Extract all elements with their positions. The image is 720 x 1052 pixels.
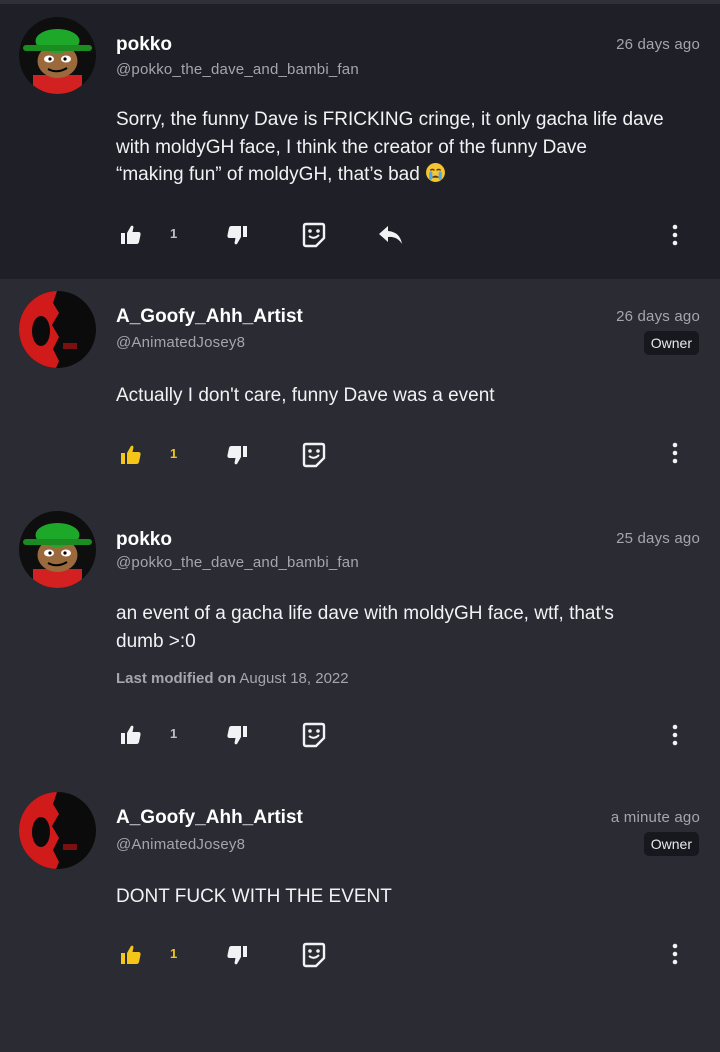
like-count: 1	[170, 946, 178, 961]
like-count: 1	[170, 726, 178, 741]
emoji-react-icon[interactable]	[302, 442, 326, 468]
comment: A_Goofy_Ahh_Artist @AnimatedJosey8 a min…	[0, 779, 720, 1052]
crying-face-icon	[426, 163, 446, 182]
comment: pokko @pokko_the_dave_and_bambi_fan 26 d…	[0, 4, 720, 279]
thumbs-down-icon[interactable]	[226, 724, 248, 746]
timestamp: a minute ago	[610, 809, 700, 826]
thumbs-down-icon[interactable]	[226, 224, 248, 246]
comment: pokko @pokko_the_dave_and_bambi_fan 25 d…	[0, 499, 720, 779]
timestamp: 26 days ago	[616, 308, 700, 325]
username[interactable]: A_Goofy_Ahh_Artist	[116, 807, 303, 829]
more-vertical-icon[interactable]	[670, 442, 680, 464]
avatar[interactable]	[19, 511, 96, 588]
owner-badge: Owner	[643, 832, 699, 856]
like-count: 1	[170, 446, 178, 461]
thumbs-up-icon[interactable]	[120, 944, 142, 966]
user-handle[interactable]: @pokko_the_dave_and_bambi_fan	[116, 554, 359, 571]
thumbs-down-icon[interactable]	[226, 444, 248, 466]
emoji-react-icon[interactable]	[302, 222, 326, 248]
last-modified-label: Last modified on	[116, 670, 236, 687]
username[interactable]: A_Goofy_Ahh_Artist	[116, 306, 303, 328]
reply-icon[interactable]	[378, 224, 404, 246]
emoji-react-icon[interactable]	[302, 722, 326, 748]
thumbs-down-icon[interactable]	[226, 944, 248, 966]
owner-badge: Owner	[643, 331, 699, 355]
comment-text: Sorry, the funny Dave is FRICKING cringe…	[116, 106, 706, 189]
user-handle[interactable]: @AnimatedJosey8	[116, 836, 245, 853]
timestamp: 26 days ago	[616, 36, 700, 53]
comment-text-content: Sorry, the funny Dave is FRICKING cringe…	[116, 109, 664, 185]
avatar[interactable]	[19, 792, 96, 869]
user-handle[interactable]: @pokko_the_dave_and_bambi_fan	[116, 61, 359, 78]
thumbs-up-icon[interactable]	[120, 724, 142, 746]
comment-text: Actually I don't care, funny Dave was a …	[116, 385, 495, 406]
thumbs-up-icon[interactable]	[120, 444, 142, 466]
like-count: 1	[170, 226, 178, 241]
comment-text: an event of a gacha life dave with moldy…	[116, 603, 614, 652]
username[interactable]: pokko	[116, 34, 172, 56]
avatar[interactable]	[19, 291, 96, 368]
comment-text: DONT FUCK WITH THE EVENT	[116, 886, 392, 907]
last-modified: Last modified on August 18, 2022	[116, 670, 349, 687]
more-vertical-icon[interactable]	[670, 224, 680, 246]
emoji-react-icon[interactable]	[302, 942, 326, 968]
timestamp: 25 days ago	[616, 530, 700, 547]
more-vertical-icon[interactable]	[670, 943, 680, 965]
more-vertical-icon[interactable]	[670, 724, 680, 746]
comment: A_Goofy_Ahh_Artist @AnimatedJosey8 26 da…	[0, 279, 720, 499]
avatar[interactable]	[19, 17, 96, 94]
last-modified-date: August 18, 2022	[239, 670, 349, 687]
user-handle[interactable]: @AnimatedJosey8	[116, 334, 245, 351]
thumbs-up-icon[interactable]	[120, 224, 142, 246]
username[interactable]: pokko	[116, 529, 172, 551]
